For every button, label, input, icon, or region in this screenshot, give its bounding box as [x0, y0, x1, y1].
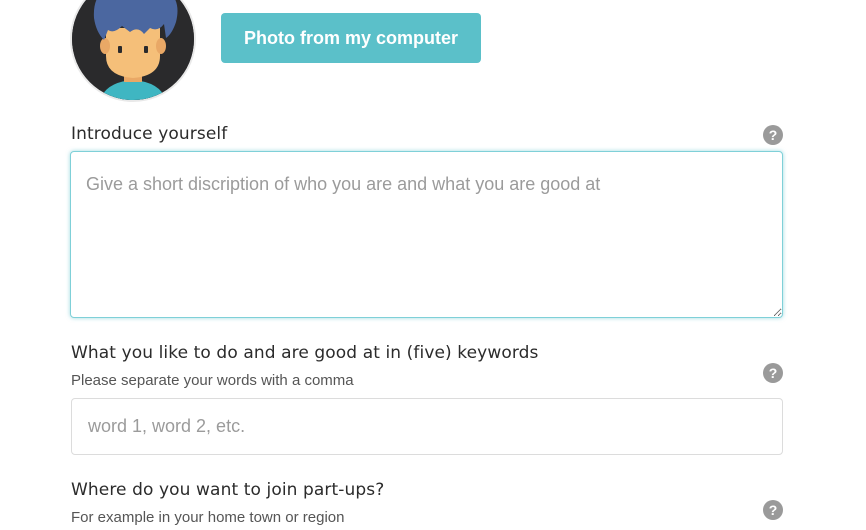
keywords-input[interactable]	[71, 398, 783, 455]
introduce-yourself-textarea[interactable]	[70, 151, 783, 318]
photo-from-computer-button[interactable]: Photo from my computer	[221, 13, 481, 63]
keywords-hint: Please separate your words with a comma	[71, 372, 354, 389]
introduce-yourself-label: Introduce yourself	[71, 124, 228, 144]
person-avatar-icon	[72, 0, 194, 100]
avatar[interactable]	[72, 0, 194, 100]
location-hint: For example in your home town or region	[71, 509, 345, 526]
help-icon[interactable]: ?	[763, 500, 783, 520]
help-icon[interactable]: ?	[763, 363, 783, 383]
location-label: Where do you want to join part-ups?	[71, 480, 385, 500]
keywords-label: What you like to do and are good at in (…	[71, 343, 539, 363]
help-icon[interactable]: ?	[763, 125, 783, 145]
profile-form: Photo from my computer Introduce yoursel…	[0, 0, 866, 530]
